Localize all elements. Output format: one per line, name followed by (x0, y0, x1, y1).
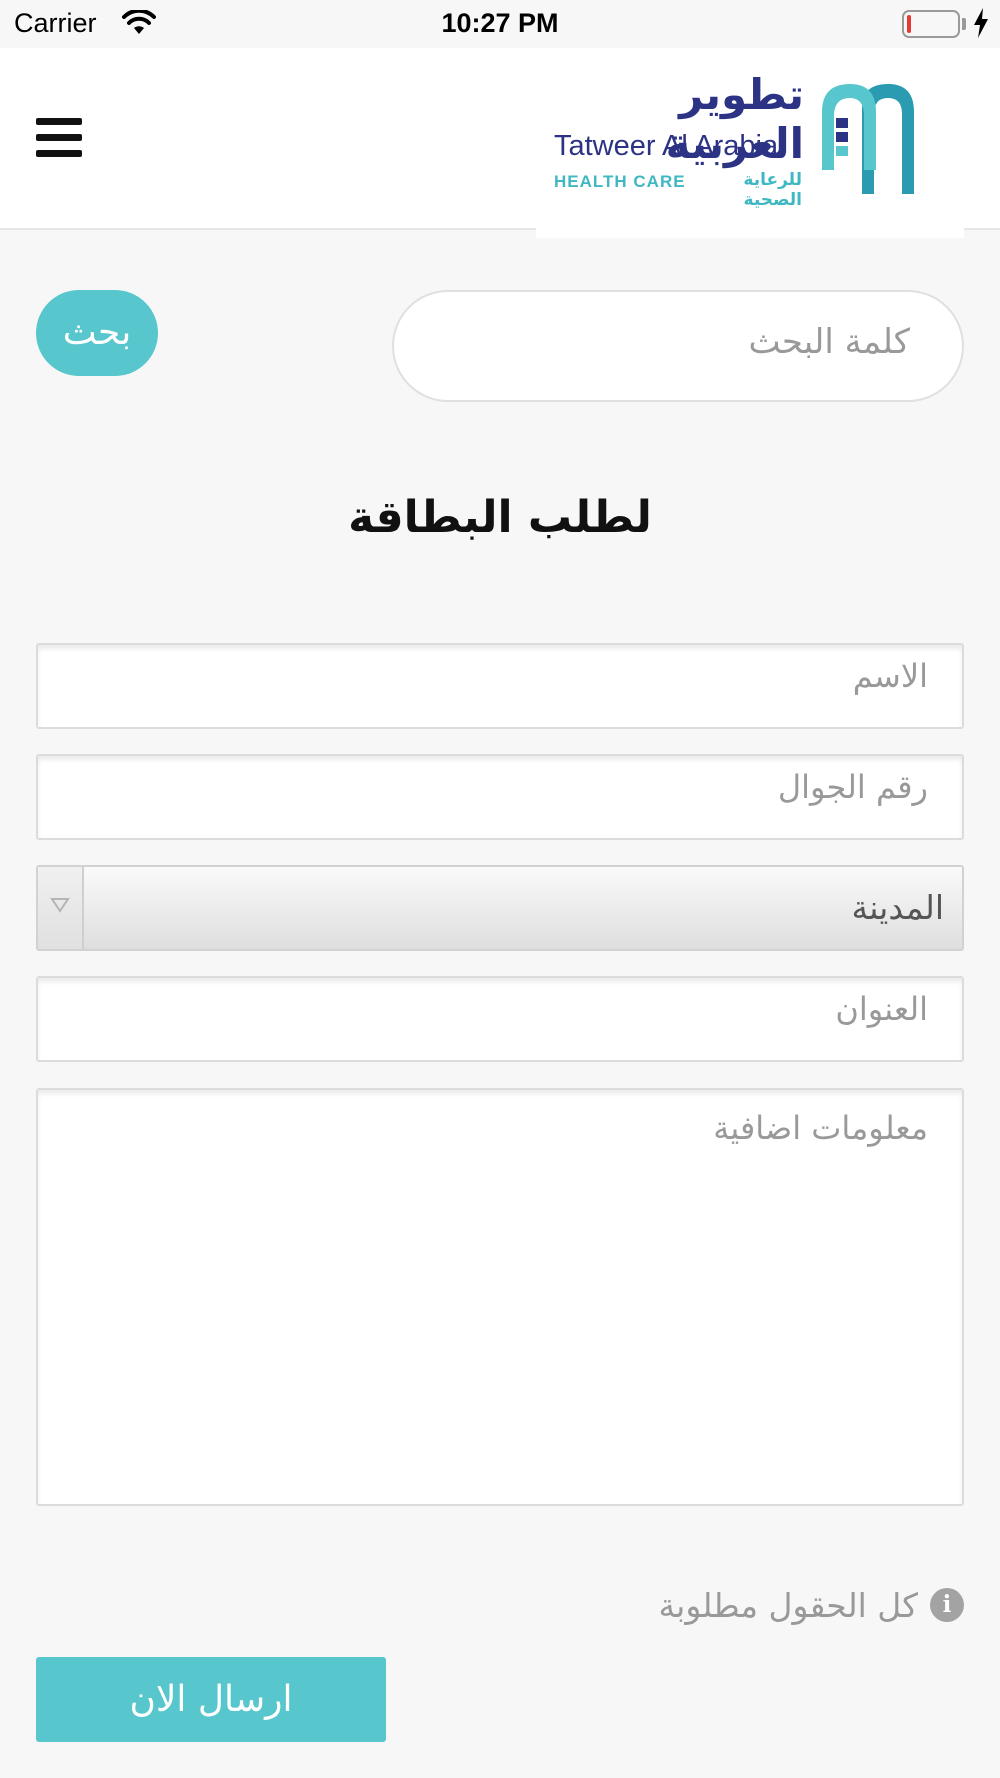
logo-mark-icon (822, 84, 914, 194)
battery-icon (902, 10, 960, 38)
address-field[interactable]: العنوان (36, 976, 964, 1062)
name-field[interactable]: الاسم (36, 643, 964, 729)
logo-tagline-ar: للرعاية الصحية (743, 170, 802, 210)
required-note-text: كل الحقول مطلوبة (658, 1585, 918, 1625)
battery-cap (962, 18, 966, 30)
clock: 10:27 PM (441, 8, 559, 38)
status-bar: Carrier 10:27 PM (0, 0, 1000, 48)
city-select[interactable]: المدينة (36, 865, 964, 951)
mobile-field[interactable]: رقم الجوال (36, 754, 964, 840)
search-button[interactable]: بحث (36, 290, 158, 376)
hamburger-menu-icon[interactable] (36, 118, 82, 158)
logo-english-name: Tatweer Al Arabia (554, 130, 779, 162)
select-arrow-box (38, 867, 84, 949)
city-select-value: المدينة (851, 888, 944, 927)
info-icon: i (930, 1588, 964, 1622)
charging-bolt-icon (974, 8, 988, 38)
additional-info-textarea[interactable]: معلومات اضافية (36, 1088, 964, 1506)
submit-button[interactable]: ارسال الان (36, 1657, 386, 1742)
required-note: i كل الحقول مطلوبة (658, 1580, 964, 1630)
page-title: لطلب البطاقة (348, 492, 652, 543)
battery-level (907, 15, 911, 33)
logo[interactable]: تطوير العربية Tatweer Al Arabia HEALTH C… (536, 48, 964, 238)
logo-tagline-en: HEALTH CARE (554, 172, 686, 191)
chevron-down-icon (50, 898, 70, 913)
search-input[interactable]: كلمة البحث (392, 290, 964, 402)
app-header: تطوير العربية Tatweer Al Arabia HEALTH C… (0, 48, 1000, 238)
